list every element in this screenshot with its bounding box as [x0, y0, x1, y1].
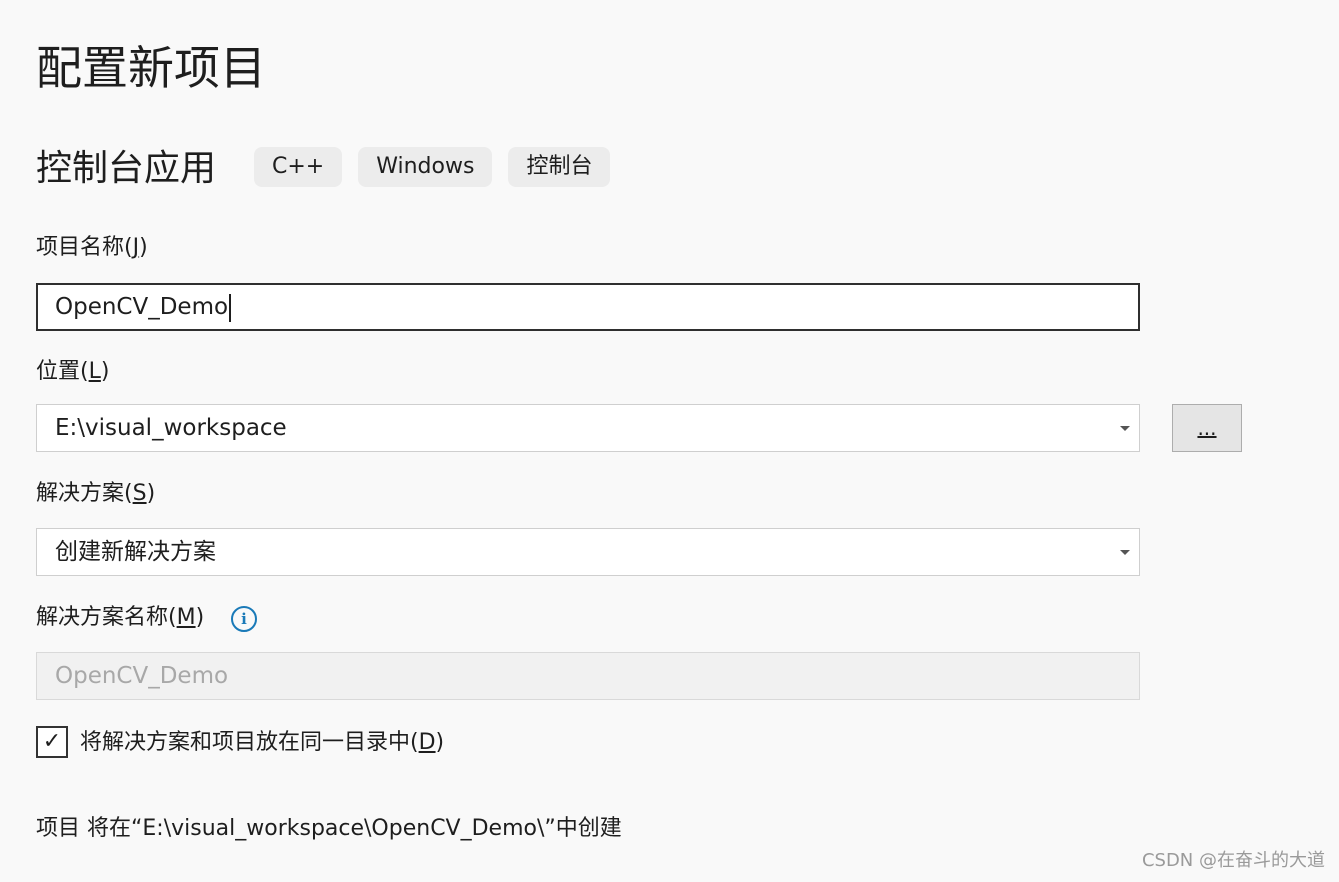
- project-name-label: 项目名称(J): [36, 235, 148, 260]
- same-directory-checkbox[interactable]: ✓: [36, 726, 68, 758]
- solution-value: 创建新解决方案: [55, 539, 216, 565]
- solution-label: 解决方案(S): [36, 481, 156, 506]
- text-caret: [229, 293, 232, 322]
- solution-name-value: OpenCV_Demo: [55, 663, 229, 689]
- template-title: 控制台应用: [36, 148, 217, 189]
- tag-cpp: C++: [254, 147, 343, 187]
- template-tags: C++ Windows 控制台: [254, 147, 611, 187]
- same-directory-label[interactable]: 将解决方案和项目放在同一目录中(D): [80, 728, 444, 758]
- solution-name-input: OpenCV_Demo: [36, 652, 1140, 700]
- browse-location-button[interactable]: ...: [1172, 404, 1242, 452]
- chevron-down-icon[interactable]: [1120, 550, 1130, 555]
- location-value: E:\visual_workspace: [55, 415, 287, 441]
- solution-combobox[interactable]: 创建新解决方案: [36, 528, 1140, 576]
- solution-name-label: 解决方案名称(M): [36, 605, 205, 630]
- project-path-summary: 项目 将在“E:\visual_workspace\OpenCV_Demo\”中…: [36, 816, 622, 841]
- watermark: CSDN @在奋斗的大道: [1141, 850, 1325, 871]
- location-combobox[interactable]: E:\visual_workspace: [36, 404, 1140, 452]
- project-name-input[interactable]: OpenCV_Demo: [36, 283, 1140, 331]
- chevron-down-icon[interactable]: [1120, 426, 1130, 431]
- tag-windows: Windows: [358, 147, 493, 187]
- info-icon[interactable]: i: [231, 606, 257, 632]
- location-label: 位置(L): [36, 359, 110, 384]
- tag-console: 控制台: [508, 147, 611, 187]
- project-name-value: OpenCV_Demo: [55, 294, 229, 320]
- page-title: 配置新项目: [36, 41, 266, 95]
